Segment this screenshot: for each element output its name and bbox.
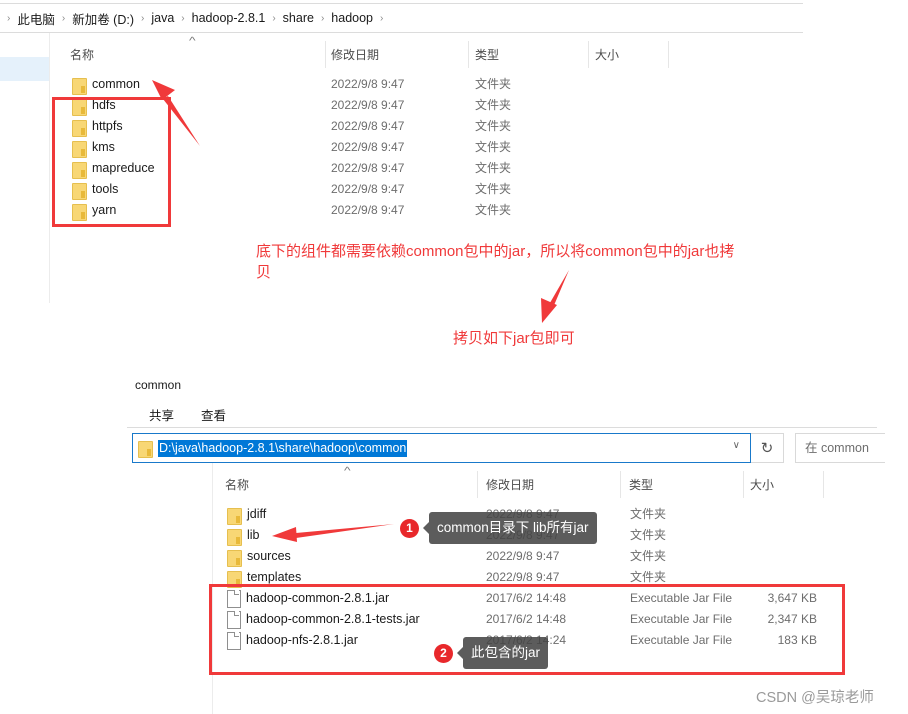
folder-icon [138,440,153,458]
chevron-right-icon: › [272,12,276,24]
column-header-type[interactable]: 类型 [465,44,585,66]
callout-number: 2 [434,643,453,663]
callout-number: 1 [400,518,419,538]
refresh-button[interactable]: ↻ [751,433,784,463]
file-date: 2022/9/8 9:47 [331,203,405,217]
file-name-cell[interactable]: jdiff [227,504,266,525]
column-header-name[interactable]: 名称 [60,44,325,66]
column-header-date[interactable]: 修改日期 [321,44,466,66]
breadcrumb-item[interactable]: hadoop-2.8.1 [192,11,266,25]
file-name[interactable]: sources [247,546,291,567]
folder-icon [227,507,242,525]
breadcrumb-item[interactable]: 新加卷 (D:) [72,9,134,28]
breadcrumb: › 此电脑 › 新加卷 (D:) › java › hadoop-2.8.1 ›… [0,4,803,32]
column-divider[interactable] [823,471,824,498]
callout-text: 此包含的jar [456,637,549,669]
file-type: 文件夹 [475,182,512,196]
file-date: 2022/9/8 9:47 [331,161,405,175]
chevron-right-icon: › [320,12,325,24]
file-type: 文件夹 [475,77,512,91]
file-name-cell[interactable]: sources [227,546,291,567]
address-bar[interactable]: D:\java\hadoop-2.8.1\share\hadoop\common… [132,433,751,463]
address-path[interactable]: D:\java\hadoop-2.8.1\share\hadoop\common [158,440,408,457]
breadcrumb-item[interactable]: hadoop [331,11,373,25]
file-date: 2022/9/8 9:47 [486,549,560,563]
annotation-note: 贝 [256,264,272,281]
file-name-cell[interactable]: lib [227,525,260,546]
divider [0,32,803,33]
file-type: 文件夹 [475,161,512,175]
chevron-right-icon: › [7,12,11,24]
file-type: 文件夹 [630,507,667,521]
chevron-right-icon: › [181,12,185,24]
divider [127,427,877,428]
column-header-size[interactable]: 大小 [740,474,820,496]
annotation-note: 底下的组件都需要依赖common包中的jar，所以将common包中的jar也拷 [256,243,735,260]
folder-icon [227,528,242,546]
callout-1: 1 common目录下 lib所有jar [400,512,597,544]
file-date: 2022/9/8 9:47 [331,182,405,196]
file-row[interactable]: common 2022/9/8 9:47 文件夹 [72,74,672,95]
file-name[interactable]: lib [247,525,260,546]
breadcrumb-item[interactable]: share [283,11,314,25]
file-type: 文件夹 [630,528,667,542]
column-header-size[interactable]: 大小 [585,44,665,66]
column-header-date[interactable]: 修改日期 [476,474,619,496]
file-name[interactable]: jdiff [247,504,266,525]
ribbon-tab-share[interactable]: 共享 [149,405,174,424]
search-input[interactable]: 在 common [795,433,885,463]
chevron-right-icon[interactable]: › [380,13,383,24]
arrow-down [541,270,569,323]
breadcrumb-item[interactable]: 此电脑 [17,9,55,28]
file-date: 2022/9/8 9:47 [331,98,405,112]
navigation-selected-item[interactable] [0,57,49,81]
file-name-cell[interactable]: common [72,74,140,95]
file-date: 2022/9/8 9:47 [331,119,405,133]
file-date: 2022/9/8 9:47 [331,140,405,154]
chevron-right-icon: › [61,12,66,24]
file-type: 文件夹 [630,549,667,563]
ribbon-tab-view[interactable]: 查看 [201,405,226,424]
watermark: CSDN @吴琼老师 [756,690,874,706]
file-type: 文件夹 [475,203,512,217]
file-row[interactable]: sources 2022/9/8 9:47 文件夹 [227,546,817,567]
column-header-name[interactable]: 名称 [215,474,477,496]
window-title: common [135,378,182,392]
callout-2: 2 此包含的jar [434,637,549,669]
navigation-pane[interactable] [127,463,213,714]
chevron-right-icon: › [141,12,145,24]
highlight-box [52,97,171,227]
chevron-down-icon[interactable]: ∨ [733,440,740,451]
file-type: 文件夹 [475,119,512,133]
file-type: 文件夹 [475,98,512,112]
column-divider[interactable] [668,41,669,68]
breadcrumb-item[interactable]: java [151,11,174,25]
folder-icon [72,77,87,95]
refresh-icon: ↻ [760,440,774,457]
column-header-type[interactable]: 类型 [619,474,739,496]
annotation-note: 拷贝如下jar包即可 [453,330,575,347]
file-type: 文件夹 [475,140,512,154]
file-date: 2022/9/8 9:47 [331,77,405,91]
file-name[interactable]: common [92,74,140,95]
callout-text: common目录下 lib所有jar [423,512,597,544]
folder-icon [227,549,242,567]
